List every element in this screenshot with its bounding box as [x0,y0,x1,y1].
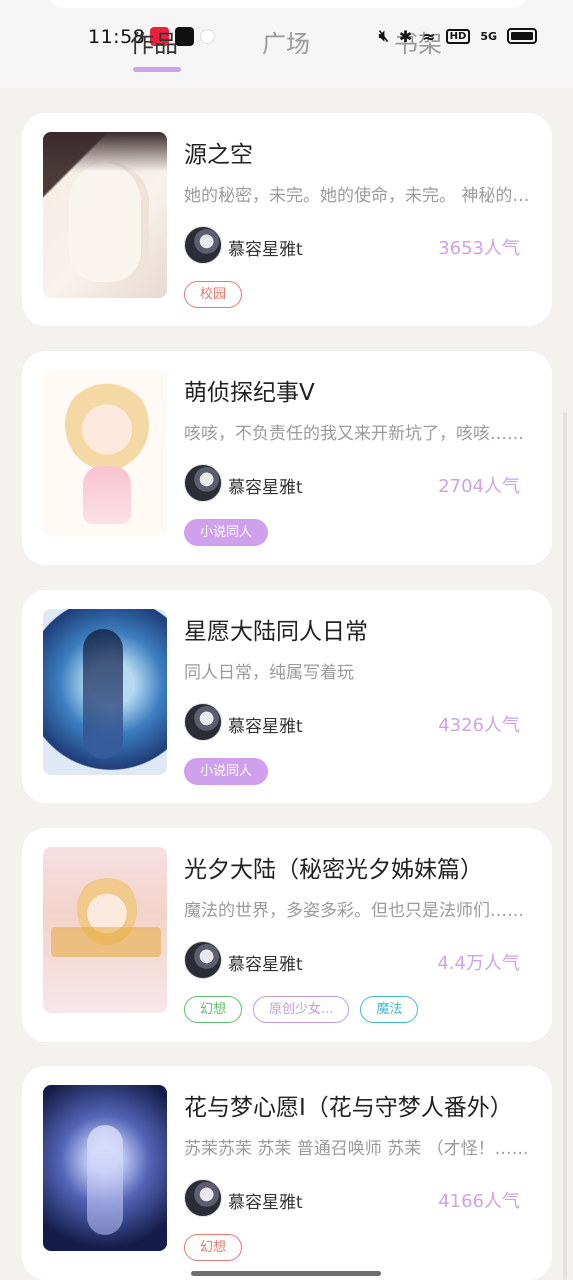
tag[interactable]: 魔法 [360,996,419,1023]
work-title: 源之空 [184,142,253,168]
work-card[interactable]: 星愿大陆同人日常 同人日常，纯属写着玩 慕容星雅t 4326人气 小说同人 [22,590,552,803]
bluetooth-icon: ✱ [398,26,413,46]
work-card[interactable]: 源之空 她的秘密，未完。她的使命，未完。 神秘的少女…… 慕容星雅t 3653人… [22,113,552,326]
cover-image[interactable] [43,132,167,298]
work-title: 星愿大陆同人日常 [184,619,368,645]
tag[interactable]: 小说同人 [184,758,269,785]
author-name[interactable]: 慕容星雅t [228,712,303,737]
tag[interactable]: 幻想 [184,1234,243,1261]
battery-icon [507,28,537,44]
wifi-icon: ≈ [422,26,436,46]
work-description: 同人日常，纯属写着玩 [184,663,354,683]
work-title: 萌侦探纪事V [184,380,315,406]
author-avatar[interactable] [184,226,222,264]
author-avatar[interactable] [184,941,222,979]
work-title: 花与梦心愿I（花与守梦人番外） [184,1095,513,1121]
tag-list: 小说同人 [184,519,269,546]
work-description: 她的秘密，未完。她的使命，未完。 神秘的少女…… [184,186,532,206]
author-name[interactable]: 慕容星雅t [228,473,303,498]
tag[interactable]: 幻想 [184,996,243,1023]
mute-icon: 🔇︎ [378,26,389,45]
tag[interactable]: 原创少女... [253,996,350,1023]
work-description: 苏茉苏茉 苏茉 普通召唤师 苏茉 （才怪！…… [184,1139,529,1159]
popularity-count: 2704人气 [438,476,520,497]
top-header: 11:58 作品 广场 书架 🔇︎ ✱ ≈ HD 5G [0,0,573,88]
author-name[interactable]: 慕容星雅t [228,1188,303,1213]
tag[interactable]: 校园 [184,281,243,308]
popularity-count: 4.4万人气 [437,953,520,974]
popularity-count: 4326人气 [438,715,520,736]
cellular-signal-icon: 5G [480,29,497,43]
scrollbar[interactable] [563,412,567,1280]
tab-square[interactable]: 广场 [262,24,310,59]
popularity-count: 4166人气 [438,1191,520,1212]
tag-list: 幻想 [184,1234,243,1261]
search-bar-edge[interactable] [48,0,528,8]
work-title: 光夕大陆（秘密光夕姊妹篇） [184,857,483,883]
cover-image[interactable] [43,370,167,536]
author-avatar[interactable] [184,464,222,502]
tab-works[interactable]: 作品 [130,24,178,59]
work-description: 咳咳，不负责任的我又来开新坑了，咳咳…… [184,424,524,444]
tag-list: 校园 [184,281,243,308]
popularity-count: 3653人气 [438,238,520,259]
cover-image[interactable] [43,609,167,775]
active-tab-indicator [133,67,181,72]
tag[interactable]: 小说同人 [184,519,269,546]
author-avatar[interactable] [184,1179,222,1217]
author-name[interactable]: 慕容星雅t [228,950,303,975]
work-card[interactable]: 光夕大陆（秘密光夕姊妹篇） 魔法的世界，多姿多彩。但也只是法师们…… 慕容星雅t… [22,828,552,1042]
cover-image[interactable] [43,1085,167,1251]
work-card[interactable]: 花与梦心愿I（花与守梦人番外） 苏茉苏茉 苏茉 普通召唤师 苏茉 （才怪！…… … [22,1066,552,1280]
home-indicator[interactable] [191,1271,381,1276]
tag-list: 幻想 原创少女... 魔法 [184,996,419,1023]
author-name[interactable]: 慕容星雅t [228,235,303,260]
work-card[interactable]: 萌侦探纪事V 咳咳，不负责任的我又来开新坑了，咳咳…… 慕容星雅t 2704人气… [22,351,552,565]
hd-badge: HD [445,28,471,44]
tag-list: 小说同人 [184,758,269,785]
work-description: 魔法的世界，多姿多彩。但也只是法师们…… [184,901,524,921]
cover-image[interactable] [43,847,167,1013]
status-icons: 🔇︎ ✱ ≈ HD 5G [379,26,537,46]
author-avatar[interactable] [184,703,222,741]
